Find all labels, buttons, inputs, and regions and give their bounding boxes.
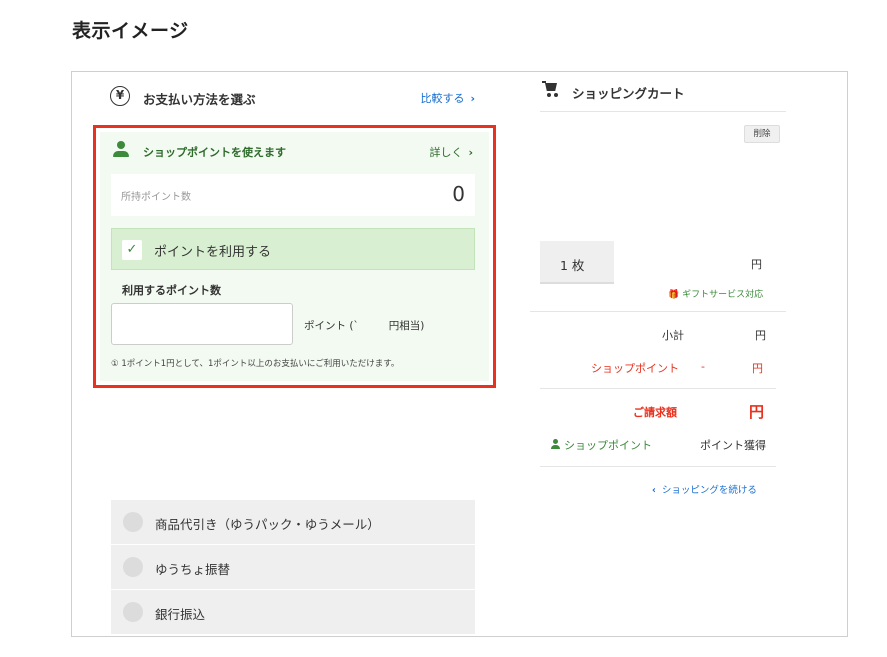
- details-link-label: 詳しく: [429, 146, 463, 159]
- continue-shopping-label: ショッピングを続ける: [661, 485, 757, 496]
- page-heading: 表示イメージ: [72, 20, 189, 42]
- checkmark-icon: ✓: [122, 240, 142, 260]
- cart-title: ショッピングカート: [572, 86, 685, 101]
- cart-header: ショッピングカート: [540, 80, 786, 112]
- person-icon: [551, 439, 560, 449]
- divider: [540, 388, 776, 389]
- use-points-amount-label: 利用するポイント数: [122, 284, 221, 297]
- use-points-checkbox-label: ポイントを利用する: [154, 245, 272, 260]
- points-note: ① 1ポイント1円として、1ポイント以上のお支払いにご利用いただけます。: [111, 359, 400, 369]
- total-value: 円: [749, 403, 765, 421]
- owned-points-value: 0: [452, 182, 465, 206]
- payment-method-postal-transfer[interactable]: ゆうちょ振替: [111, 545, 475, 589]
- shop-point-discount-label: ショップポイント: [591, 362, 679, 375]
- subtotal-value: 円: [755, 329, 766, 342]
- shop-point-discount-value: 円: [752, 362, 763, 375]
- payment-method-label: 銀行振込: [155, 607, 206, 622]
- item-price: 円: [751, 258, 762, 271]
- subtotal-label: 小計: [662, 329, 684, 342]
- points-unit-text: ポイント (` 円相当): [304, 320, 425, 332]
- earn-points-value: ポイント獲得: [700, 439, 766, 452]
- use-points-checkbox[interactable]: ✓ ポイントを利用する: [111, 228, 475, 270]
- total-label: ご請求額: [633, 406, 677, 419]
- details-link[interactable]: 詳しく ›: [429, 144, 473, 160]
- chevron-right-icon: ›: [468, 146, 473, 159]
- radio-button[interactable]: [123, 557, 143, 577]
- owned-points-label: 所持ポイント数: [121, 192, 191, 203]
- chevron-right-icon: ›: [470, 92, 475, 105]
- gift-service-link[interactable]: 🎁 ギフトサービス対応: [668, 287, 763, 300]
- quantity-selector[interactable]: 1 枚: [540, 241, 614, 284]
- radio-button[interactable]: [123, 512, 143, 532]
- payment-title: お支払い方法を選ぶ: [143, 92, 256, 107]
- delete-button[interactable]: 削除: [744, 125, 780, 143]
- payment-header: ¥ お支払い方法を選ぶ 比較する ›: [110, 86, 475, 110]
- continue-shopping-link[interactable]: ‹ ショッピングを続ける: [652, 482, 757, 496]
- divider: [540, 466, 776, 467]
- payment-method-label: ゆうちょ振替: [155, 562, 231, 577]
- compare-link[interactable]: 比較する ›: [420, 90, 475, 106]
- owned-points-box: 所持ポイント数 0: [111, 174, 475, 216]
- divider: [530, 311, 786, 312]
- person-icon: [113, 141, 129, 159]
- shop-points-header: ショップポイントを使えます 詳しく ›: [111, 140, 475, 162]
- payment-method-cod[interactable]: 商品代引き（ゆうパック・ゆうメール）: [111, 500, 475, 544]
- yen-icon: ¥: [110, 86, 130, 106]
- payment-method-bank-transfer[interactable]: 銀行振込: [111, 590, 475, 634]
- shop-points-title: ショップポイントを使えます: [143, 146, 286, 159]
- points-amount-input[interactable]: [111, 303, 293, 345]
- earn-points-label: ショップポイント: [564, 439, 652, 452]
- cart-icon: [542, 80, 560, 98]
- payment-method-label: 商品代引き（ゆうパック・ゆうメール）: [155, 517, 380, 532]
- compare-link-label: 比較する: [420, 92, 465, 105]
- shop-point-discount-dash: -: [701, 360, 705, 373]
- chevron-left-icon: ‹: [652, 485, 656, 496]
- radio-button[interactable]: [123, 602, 143, 622]
